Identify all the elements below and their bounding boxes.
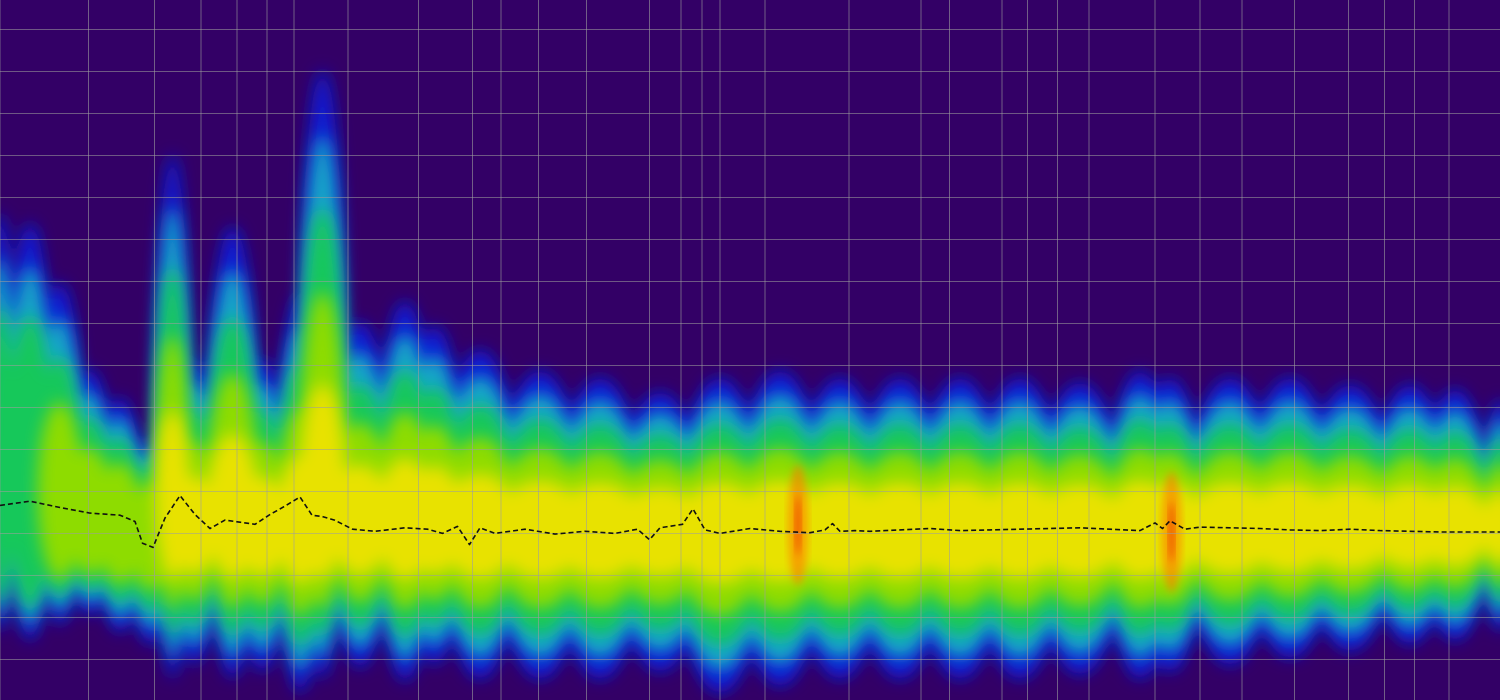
hotspot-core (795, 495, 801, 555)
hotspot-core (1168, 502, 1175, 562)
spectrogram-heatmap (0, 0, 1500, 700)
band-column (1421, 486, 1489, 567)
spectrogram-viewport (0, 0, 1500, 700)
